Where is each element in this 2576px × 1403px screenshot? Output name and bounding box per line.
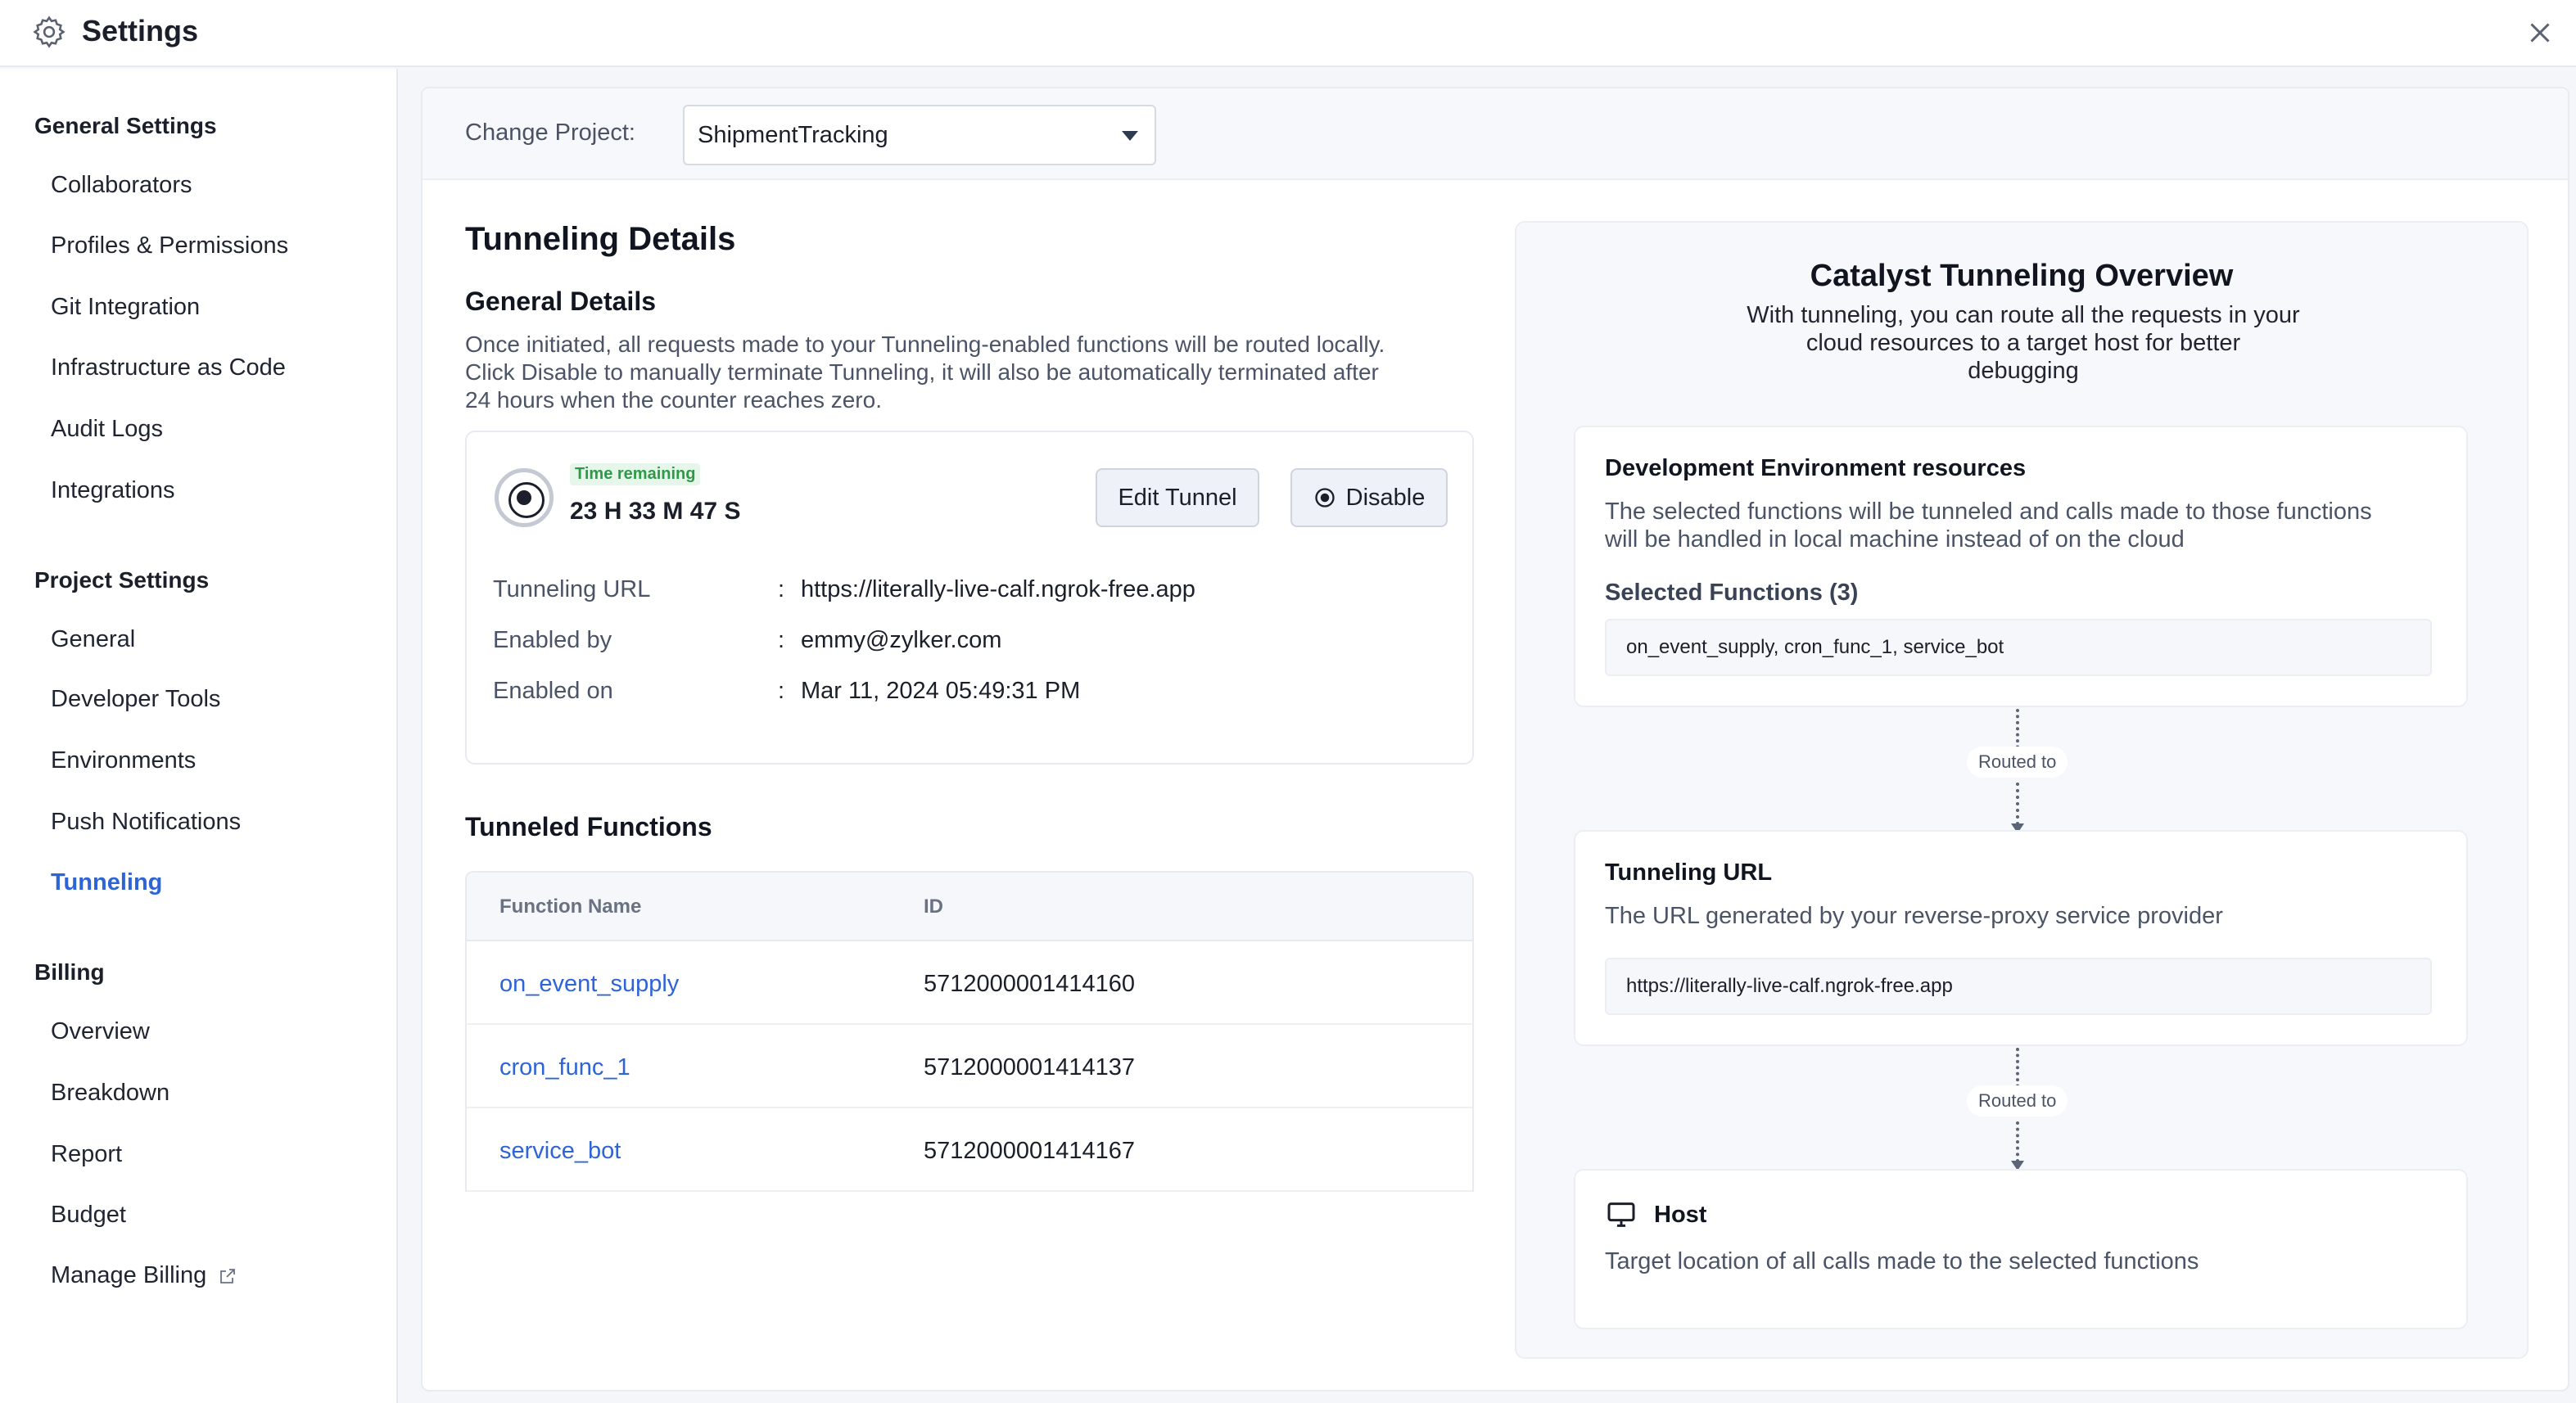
- enabled-by-label: Enabled by: [493, 627, 612, 653]
- host-description: Target location of all calls made to the…: [1605, 1248, 2199, 1274]
- dev-environment-title: Development Environment resources: [1605, 455, 2027, 481]
- function-link[interactable]: on_event_supply: [499, 971, 679, 998]
- tunneling-url-description: The URL generated by your reverse-proxy …: [1605, 903, 2223, 929]
- disable-button[interactable]: Disable: [1290, 468, 1448, 527]
- function-id: 5712000001414167: [924, 1138, 1136, 1164]
- general-details-title: General Details: [465, 286, 656, 316]
- tunneled-functions-title: Tunneled Functions: [465, 812, 712, 841]
- tunneled-functions-table: Function Name ID on_event_supply 5712000…: [465, 871, 1474, 1192]
- monitor-icon: [1607, 1202, 1635, 1227]
- dev-environment-card: Development Environment resources The se…: [1574, 426, 2468, 707]
- enabled-by-value: emmy@zylker.com: [801, 627, 1002, 653]
- sidebar-item-integrations[interactable]: Integrations: [51, 477, 175, 504]
- table-row: on_event_supply 5712000001414160: [467, 943, 1472, 1025]
- general-details-description: Once initiated, all requests made to you…: [465, 332, 1385, 413]
- sidebar-item-general[interactable]: General: [51, 626, 135, 653]
- tunneling-details-title: Tunneling Details: [465, 221, 736, 257]
- tunneling-url-value: https://literally-live-calf.ngrok-free.a…: [801, 576, 1195, 602]
- sidebar-item-push-notifications[interactable]: Push Notifications: [51, 809, 241, 836]
- sidebar-item-budget[interactable]: Budget: [51, 1202, 126, 1229]
- edit-tunnel-button[interactable]: Edit Tunnel: [1096, 468, 1259, 527]
- enabled-on-value: Mar 11, 2024 05:49:31 PM: [801, 678, 1081, 704]
- tunneling-url-label: Tunneling URL: [493, 576, 651, 602]
- nav-section-billing: Billing: [34, 959, 105, 985]
- settings-sidebar: General Settings Collaborators Profiles …: [0, 69, 398, 1403]
- close-icon[interactable]: [2525, 18, 2555, 47]
- function-link[interactable]: service_bot: [499, 1138, 621, 1165]
- project-select[interactable]: ShipmentTracking: [683, 105, 1156, 165]
- selected-functions-field: on_event_supply, cron_func_1, service_bo…: [1605, 619, 2432, 676]
- main-panel: Change Project: ShipmentTracking Tunneli…: [421, 87, 2569, 1392]
- tunneling-url-card: Tunneling URL The URL generated by your …: [1574, 830, 2468, 1046]
- colon: :: [778, 627, 785, 653]
- gear-icon: [33, 16, 66, 48]
- change-project-label: Change Project:: [465, 120, 635, 146]
- routed-to-label: Routed to: [1967, 1085, 2068, 1117]
- sidebar-item-environments[interactable]: Environments: [51, 747, 196, 774]
- table-row: cron_func_1 5712000001414137: [467, 1026, 1472, 1108]
- table-header: Function Name ID: [467, 873, 1472, 941]
- function-id: 5712000001414160: [924, 971, 1136, 997]
- connector-line: [2016, 783, 2019, 825]
- selected-functions-label: Selected Functions (3): [1605, 580, 1859, 606]
- overview-title: Catalyst Tunneling Overview: [1810, 259, 2234, 293]
- tunnel-active-icon: [495, 468, 554, 527]
- tunnel-status-card: Time remaining 23 H 33 M 47 S Edit Tunne…: [465, 431, 1474, 765]
- sidebar-item-tunneling[interactable]: Tunneling: [51, 869, 162, 896]
- host-title: Host: [1654, 1202, 1707, 1228]
- time-remaining-badge: Time remaining: [570, 463, 701, 485]
- top-bar: Settings: [0, 0, 2576, 67]
- nav-section-general: General Settings: [34, 113, 217, 138]
- tunneling-url-title: Tunneling URL: [1605, 859, 1773, 886]
- external-link-icon: [220, 1268, 236, 1283]
- enabled-on-label: Enabled on: [493, 678, 613, 704]
- host-card: Host Target location of all calls made t…: [1574, 1169, 2468, 1329]
- dev-environment-description: The selected functions will be tunneled …: [1605, 498, 2372, 553]
- routed-to-label: Routed to: [1967, 747, 2068, 778]
- column-header-function-name: Function Name: [499, 895, 642, 918]
- page-title: Settings: [82, 14, 199, 47]
- caret-down-icon: [1122, 131, 1138, 141]
- function-link[interactable]: cron_func_1: [499, 1054, 630, 1081]
- sidebar-item-developer-tools[interactable]: Developer Tools: [51, 686, 220, 713]
- stop-circle-icon: [1314, 488, 1335, 508]
- time-remaining-value: 23 H 33 M 47 S: [570, 498, 741, 525]
- settings-window: Settings General Settings Collaborators …: [0, 0, 2576, 1403]
- sidebar-item-infrastructure-as-code[interactable]: Infrastructure as Code: [51, 354, 286, 381]
- function-id: 5712000001414137: [924, 1054, 1136, 1080]
- sidebar-item-manage-billing[interactable]: Manage Billing: [51, 1262, 237, 1289]
- colon: :: [778, 576, 785, 602]
- project-bar: Change Project: ShipmentTracking: [423, 88, 2568, 180]
- colon: :: [778, 678, 785, 704]
- sidebar-item-breakdown[interactable]: Breakdown: [51, 1080, 169, 1107]
- sidebar-item-git-integration[interactable]: Git Integration: [51, 294, 200, 321]
- column-header-id: ID: [924, 895, 943, 918]
- sidebar-item-billing-overview[interactable]: Overview: [51, 1018, 150, 1045]
- nav-section-project: Project Settings: [34, 567, 210, 593]
- sidebar-item-collaborators[interactable]: Collaborators: [51, 172, 192, 199]
- connector-line: [2016, 1121, 2019, 1162]
- sidebar-item-report[interactable]: Report: [51, 1141, 122, 1168]
- tunneling-url-field: https://literally-live-calf.ngrok-free.a…: [1605, 958, 2432, 1015]
- sidebar-item-audit-logs[interactable]: Audit Logs: [51, 416, 163, 443]
- tunneling-overview-panel: Catalyst Tunneling Overview With tunneli…: [1515, 221, 2529, 1359]
- table-row: service_bot 5712000001414167: [467, 1110, 1472, 1192]
- overview-subtitle: With tunneling, you can route all the re…: [1747, 302, 2300, 384]
- sidebar-item-profiles-permissions[interactable]: Profiles & Permissions: [51, 232, 288, 259]
